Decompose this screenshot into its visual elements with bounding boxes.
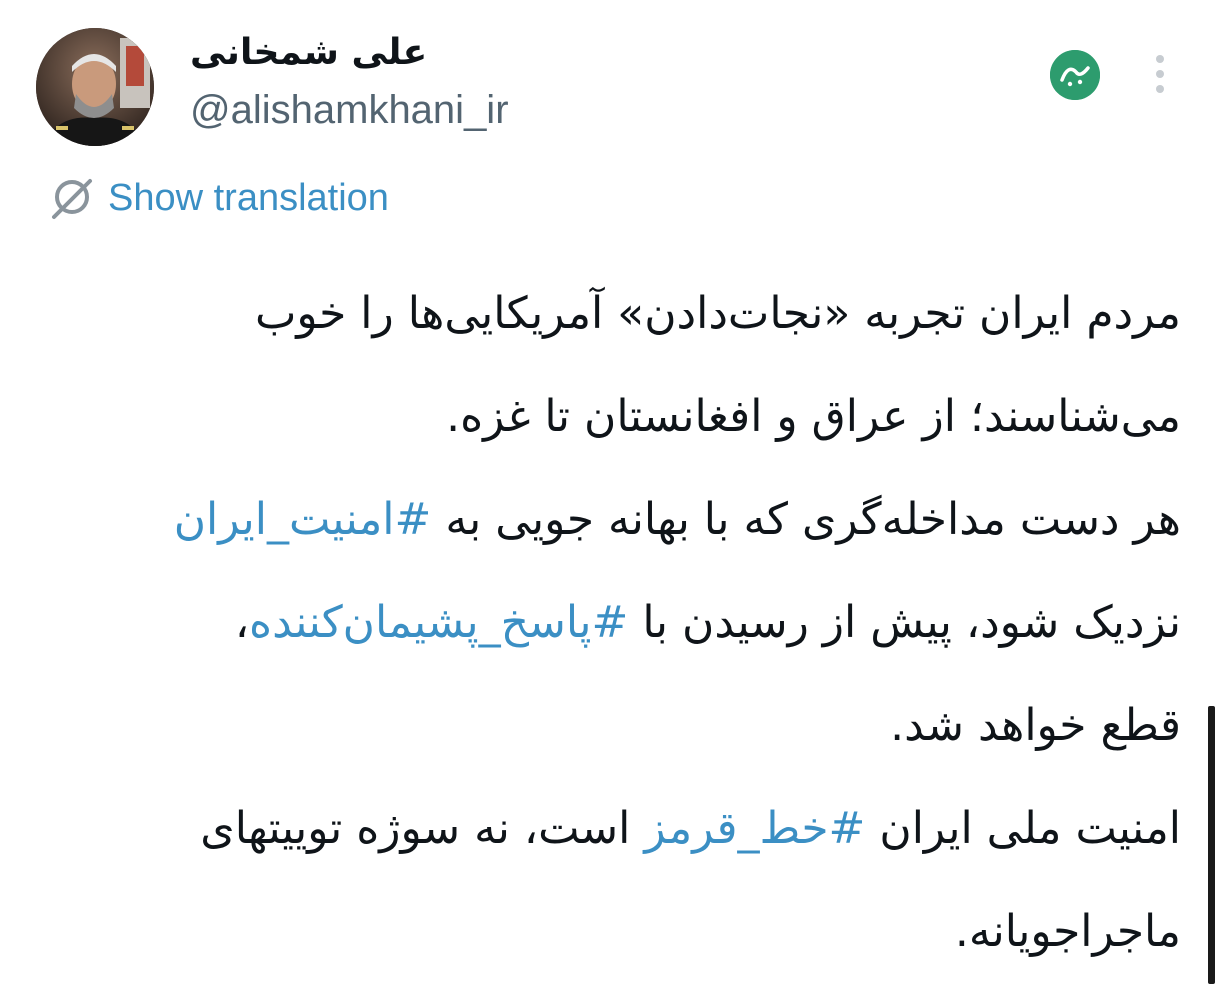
tweet-line-text: امنیت ملی ایران (865, 803, 1181, 854)
show-translation-label: Show translation (108, 176, 389, 219)
show-translation-link[interactable]: Show translation (48, 172, 389, 224)
author-handle[interactable]: @alishamkhani_ir (190, 88, 509, 133)
author-display-name[interactable]: علی شمخانی (190, 32, 427, 73)
tweet-line-text: است، نه سوژه توییتهای (200, 803, 645, 854)
tweet-line-text: هر دست مداخله‌گری که با بهانه جویی به (431, 494, 1181, 545)
hashtag-link[interactable]: #امنیت_ایران (174, 494, 432, 545)
avatar[interactable] (36, 28, 154, 146)
tweet-line: ماجراجویانه. (954, 906, 1181, 957)
profile-photo (36, 28, 154, 146)
tweet-line-text: ، (234, 597, 250, 648)
tweet-line: امنیت ملی ایران #خط_قرمز است، نه سوژه تو… (41, 777, 1181, 880)
channel-logo-icon (1050, 50, 1100, 100)
hashtag-link[interactable]: #خط_قرمز (644, 803, 865, 854)
tweet-line: نزدیک شود، پیش از رسیدن با #پاسخ_پشیمان‌… (41, 571, 1181, 674)
hashtag-link[interactable]: #پاسخ_پشیمان‌کننده (249, 597, 628, 648)
tweet-text: مردم ایران تجربه «نجات‌دادن» آمریکایی‌ها… (41, 262, 1181, 983)
translate-icon (52, 179, 92, 219)
tweet-line: هر دست مداخله‌گری که با بهانه جویی به #ا… (41, 468, 1181, 571)
tweet-line: قطع خواهد شد. (890, 700, 1181, 751)
scrollbar[interactable] (1208, 706, 1215, 984)
tweet-line: می‌شناسند؛ از عراق و افغانستان تا غزه. (446, 391, 1181, 442)
more-vertical-icon[interactable] (1140, 52, 1180, 98)
tweet-line: مردم ایران تجربه «نجات‌دادن» آمریکایی‌ها… (254, 288, 1181, 339)
tweet-line-text: نزدیک شود، پیش از رسیدن با (628, 597, 1181, 648)
